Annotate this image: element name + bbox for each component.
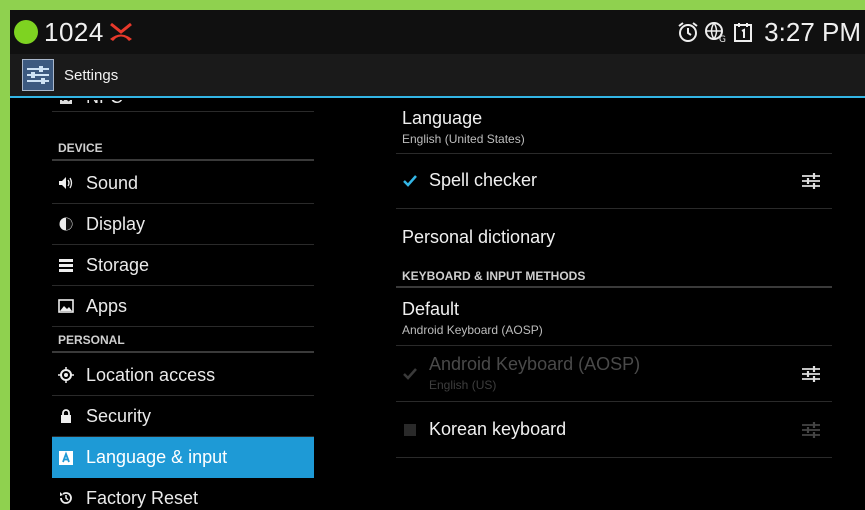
storage-icon bbox=[58, 257, 74, 273]
app-title: Settings bbox=[64, 66, 119, 84]
apps-image-icon bbox=[58, 298, 74, 314]
section-header-personal: PERSONAL bbox=[52, 329, 314, 353]
nfc-icon bbox=[58, 100, 74, 106]
sidebar-item-label: Sound bbox=[86, 172, 139, 193]
extension-number: 1024 bbox=[44, 16, 104, 47]
lock-icon bbox=[58, 408, 74, 424]
sidebar-item-label: Language & input bbox=[86, 447, 228, 467]
svg-text:G: G bbox=[719, 35, 726, 43]
brightness-icon bbox=[58, 216, 74, 232]
alarm-icon bbox=[678, 22, 698, 42]
language-setting[interactable]: Language English (United States) bbox=[396, 100, 832, 154]
default-keyboard-setting[interactable]: Default Android Keyboard (AOSP) bbox=[396, 290, 832, 346]
location-icon bbox=[58, 367, 74, 383]
section-header-device: DEVICE bbox=[52, 137, 314, 161]
setting-title: Spell checker bbox=[429, 170, 538, 190]
setting-title: Korean keyboard bbox=[429, 419, 567, 439]
restore-icon bbox=[58, 490, 74, 506]
device-screen: 1024 G 3:27 PM Settings DEVICE Sound Dis… bbox=[10, 10, 865, 510]
missed-call-icon bbox=[109, 22, 132, 41]
globe-g-icon: G bbox=[705, 22, 726, 43]
sidebar-item-display[interactable]: Display bbox=[52, 204, 314, 245]
checkbox-checked-disabled-icon bbox=[403, 368, 417, 380]
korean-keyboard-setting[interactable]: Korean keyboard bbox=[396, 402, 832, 458]
sidebar-item-factory-reset[interactable]: Factory Reset bbox=[52, 478, 314, 510]
sidebar-item-label: Location access bbox=[86, 364, 216, 385]
checkbox-unchecked-icon[interactable] bbox=[402, 422, 418, 438]
setting-summary: Android Keyboard (AOSP) bbox=[402, 323, 543, 337]
keyboard-a-icon bbox=[58, 450, 74, 466]
status-bar: 1024 G 3:27 PM bbox=[10, 10, 865, 54]
calendar-icon bbox=[734, 23, 753, 42]
sliders-icon bbox=[27, 66, 49, 84]
checkbox-checked-icon[interactable] bbox=[402, 173, 418, 189]
sidebar-item-location-access[interactable]: Location access bbox=[52, 355, 314, 396]
sidebar-item-apps[interactable]: Apps bbox=[52, 286, 314, 327]
spell-checker-setting[interactable]: Spell checker bbox=[396, 154, 832, 209]
settings-sliders-icon[interactable] bbox=[800, 363, 822, 385]
sidebar-item-storage[interactable]: Storage bbox=[52, 245, 314, 286]
setting-summary: English (US) bbox=[429, 378, 497, 392]
sidebar-item-label: Factory Reset bbox=[86, 487, 199, 508]
sidebar-item-label: Apps bbox=[86, 295, 128, 316]
sidebar-item-sound[interactable]: Sound bbox=[52, 163, 314, 204]
language-input-panel: Language English (United States) Spell c… bbox=[396, 100, 832, 510]
setting-title: Default bbox=[402, 299, 460, 319]
setting-title: Language bbox=[402, 108, 483, 128]
speaker-icon bbox=[58, 175, 74, 191]
personal-dictionary-setting[interactable]: Personal dictionary bbox=[396, 209, 832, 263]
section-header-keyboard: KEYBOARD & INPUT METHODS bbox=[396, 266, 832, 288]
sidebar-item-label: Display bbox=[86, 213, 146, 234]
setting-title: Personal dictionary bbox=[402, 227, 556, 247]
sidebar-item-language-input[interactable]: Language & input bbox=[52, 437, 314, 478]
presence-indicator-icon bbox=[14, 20, 38, 44]
sidebar-item-security[interactable]: Security bbox=[52, 396, 314, 437]
settings-categories: NFC DEVICE Sound Display Storage Apps bbox=[10, 100, 322, 510]
settings-sliders-icon[interactable] bbox=[800, 170, 822, 192]
sidebar-item-label: Security bbox=[86, 405, 152, 426]
status-icons: G 3:27 PM bbox=[677, 10, 861, 54]
sidebar-item-label: Storage bbox=[86, 254, 150, 275]
clock: 3:27 PM bbox=[764, 16, 861, 47]
sidebar-item-nfc[interactable]: NFC bbox=[52, 100, 314, 112]
setting-summary: English (United States) bbox=[402, 132, 525, 146]
setting-title: Android Keyboard (AOSP) bbox=[429, 354, 641, 374]
action-bar: Settings bbox=[10, 54, 865, 98]
settings-sliders-disabled-icon bbox=[802, 422, 820, 438]
settings-app-icon[interactable] bbox=[22, 59, 54, 91]
sidebar-item-label: NFC bbox=[86, 100, 123, 108]
android-keyboard-setting: Android Keyboard (AOSP) English (US) bbox=[396, 346, 832, 402]
